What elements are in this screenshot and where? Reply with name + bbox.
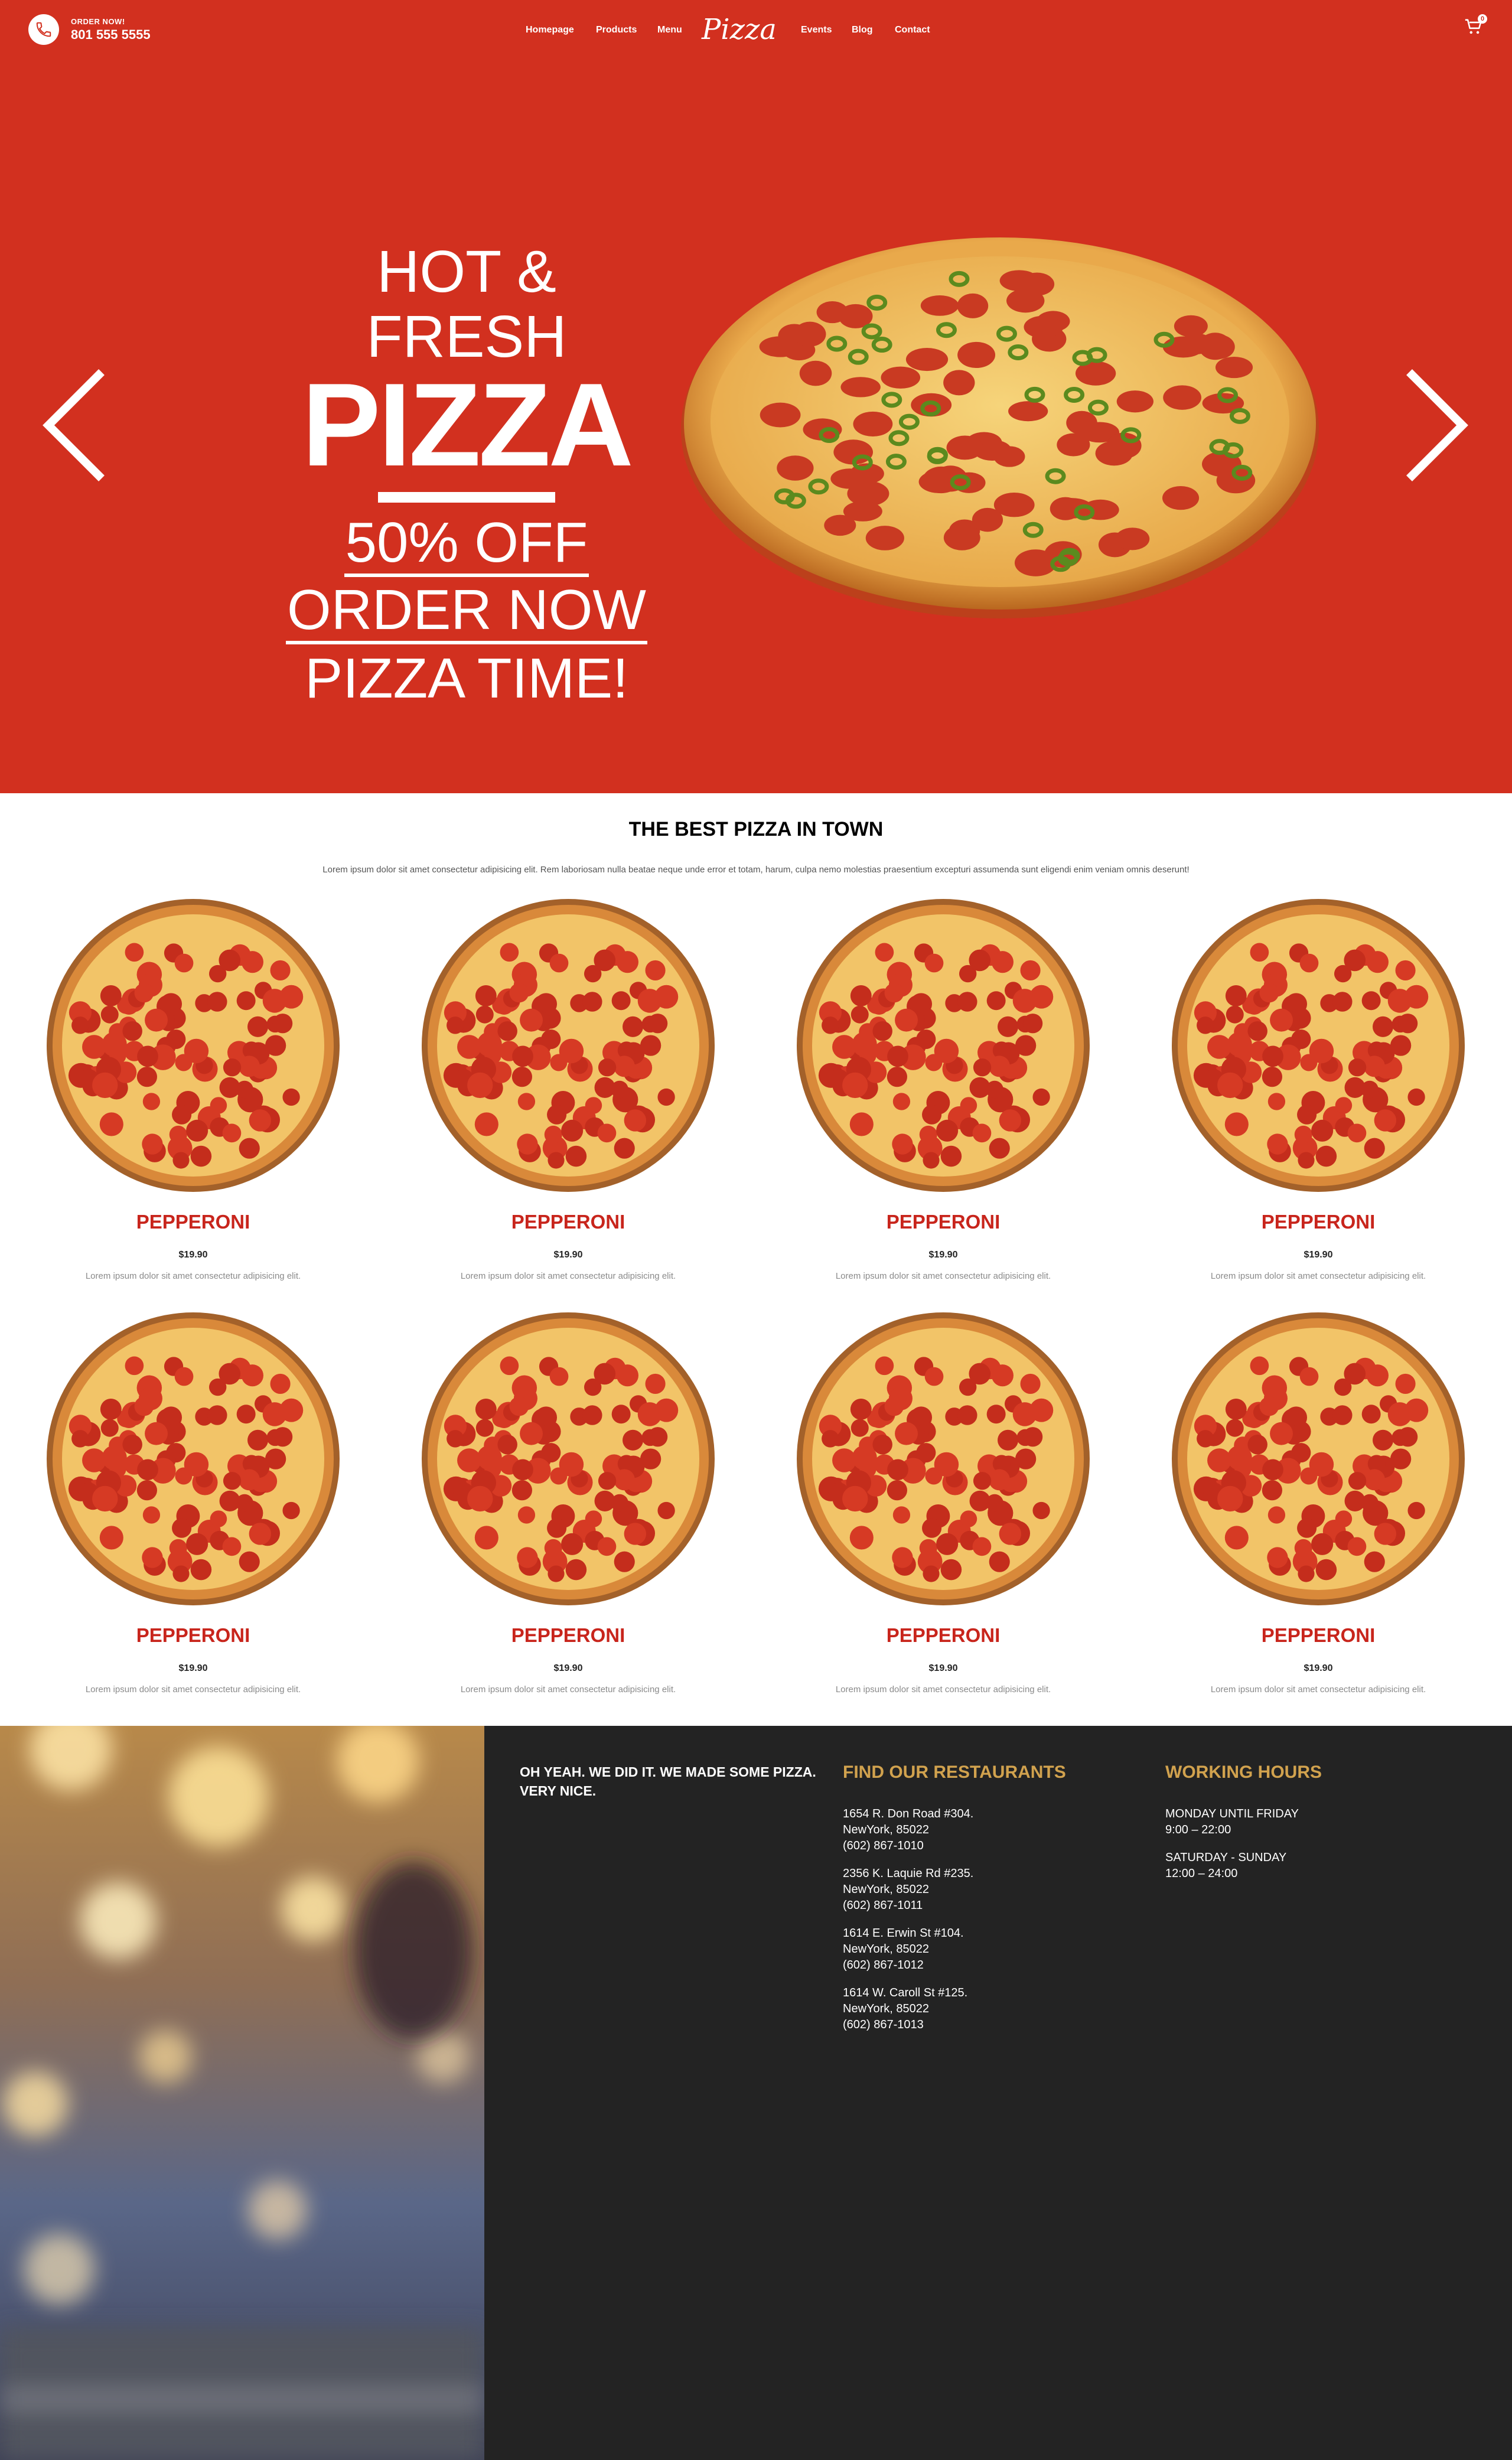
product-description: Lorem ipsum dolor sit amet consectetur a… xyxy=(85,1684,301,1695)
main-nav: Homepage Products Menu Pizza Events Blog… xyxy=(0,13,1512,48)
product-price: $19.90 xyxy=(178,1663,208,1673)
restaurant-phone[interactable]: (602) 867-1012 xyxy=(843,1957,1066,1973)
pepperoni-pizza-image xyxy=(422,899,715,1192)
product-price: $19.90 xyxy=(553,1250,583,1260)
product-name[interactable]: PEPPERONI xyxy=(28,1211,359,1233)
hero-line-pizza-time: PIZZA TIME! xyxy=(305,647,628,710)
footer-tagline-line1: OH YEAH. WE DID IT. WE MADE SOME PIZZA. xyxy=(520,1764,816,1780)
pepperoni-pizza-image xyxy=(797,1312,1090,1605)
pepperoni-pizza-image xyxy=(47,899,340,1192)
product-description: Lorem ipsum dolor sit amet consectetur a… xyxy=(835,1271,1051,1281)
nav-item-events[interactable]: Events xyxy=(801,25,832,35)
hero-pizza-image xyxy=(681,237,1319,618)
pepperoni-pizza-image xyxy=(47,1312,340,1605)
pepperoni-pizza-image xyxy=(1172,899,1465,1192)
working-hours-entry: MONDAY UNTIL FRIDAY 9:00 – 22:00 xyxy=(1165,1806,1322,1838)
product-name[interactable]: PEPPERONI xyxy=(28,1624,359,1647)
restaurant-phone[interactable]: (602) 867-1010 xyxy=(843,1838,1066,1854)
site-logo[interactable]: Pizza xyxy=(702,13,777,46)
footer-tagline-line2: VERY NICE. xyxy=(520,1783,597,1798)
product-description: Lorem ipsum dolor sit amet consectetur a… xyxy=(1210,1271,1426,1281)
slider-prev-arrow[interactable] xyxy=(43,369,107,481)
nav-item-products[interactable]: Products xyxy=(596,25,637,35)
product-description: Lorem ipsum dolor sit amet consectetur a… xyxy=(1210,1684,1426,1695)
chevron-left-icon xyxy=(43,369,105,481)
product-card[interactable]: PEPPERONI $19.90 Lorem ipsum dolor sit ame… xyxy=(778,1311,1109,1695)
restaurant-city: NewYork, 85022 xyxy=(843,1943,930,1956)
product-price: $19.90 xyxy=(178,1250,208,1260)
product-card[interactable]: PEPPERONI $19.90 Lorem ipsum dolor sit ame… xyxy=(1153,898,1484,1281)
hero-line-pizza: PIZZA xyxy=(302,359,634,491)
working-days: SATURDAY - SUNDAY xyxy=(1165,1851,1287,1864)
restaurant-ambience-photo xyxy=(0,1726,484,2460)
pepperoni-pizza-image xyxy=(797,899,1090,1192)
working-hours-column: WORKING HOURS MONDAY UNTIL FRIDAY 9:00 – … xyxy=(1165,1762,1322,1882)
hero-divider xyxy=(378,492,555,503)
product-card[interactable]: PEPPERONI $19.90 Lorem ipsum dolor sit ame… xyxy=(28,898,359,1281)
restaurant-phone[interactable]: (602) 867-1011 xyxy=(843,1898,1066,1914)
product-description: Lorem ipsum dolor sit amet consectetur a… xyxy=(460,1271,676,1281)
product-card[interactable]: PEPPERONI $19.90 Lorem ipsum dolor sit ame… xyxy=(1153,1311,1484,1695)
product-name[interactable]: PEPPERONI xyxy=(403,1624,734,1647)
menu-section-title: THE BEST PIZZA IN TOWN xyxy=(628,818,884,840)
hero-banner-text: HOT & FRESH PIZZA 50% OFF ORDER NOW PIZZ… xyxy=(272,239,662,713)
restaurant-address: 2356 K. Laquie Rd #235. NewYork, 85022 (60… xyxy=(843,1866,1066,1914)
hero-section: ORDER NOW! 801 555 5555 Homepage Product… xyxy=(0,0,1512,793)
product-price: $19.90 xyxy=(1304,1250,1333,1260)
product-name[interactable]: PEPPERONI xyxy=(778,1211,1109,1233)
product-price: $19.90 xyxy=(928,1663,958,1673)
product-description: Lorem ipsum dolor sit amet consectetur a… xyxy=(835,1684,1051,1695)
chevron-right-icon xyxy=(1406,369,1468,481)
working-days: MONDAY UNTIL FRIDAY xyxy=(1165,1807,1299,1820)
restaurant-city: NewYork, 85022 xyxy=(843,2002,930,2015)
nav-item-blog[interactable]: Blog xyxy=(852,25,873,35)
menu-section-subtitle: Lorem ipsum dolor sit amet consectetur a… xyxy=(322,865,1190,875)
restaurant-street: 2356 K. Laquie Rd #235. xyxy=(843,1867,974,1880)
restaurants-column: FIND OUR RESTAURANTS 1654 R. Don Road #3… xyxy=(843,1762,1066,2033)
hero-line-order-now[interactable]: ORDER NOW xyxy=(286,579,647,644)
restaurant-address: 1614 E. Erwin St #104. NewYork, 85022 (602… xyxy=(843,1925,1066,1973)
footer-tagline: OH YEAH. WE DID IT. WE MADE SOME PIZZA. … xyxy=(520,1762,839,1800)
footer: OH YEAH. WE DID IT. WE MADE SOME PIZZA. … xyxy=(484,1726,1512,2460)
restaurant-city: NewYork, 85022 xyxy=(843,1883,930,1896)
restaurant-phone[interactable]: (602) 867-1013 xyxy=(843,2017,1066,2033)
product-name[interactable]: PEPPERONI xyxy=(1153,1624,1484,1647)
nav-item-contact[interactable]: Contact xyxy=(895,25,930,35)
hero-line-hot-fresh: HOT & FRESH xyxy=(366,239,567,370)
nav-item-menu[interactable]: Menu xyxy=(657,25,682,35)
nav-item-homepage[interactable]: Homepage xyxy=(526,25,574,35)
product-name[interactable]: PEPPERONI xyxy=(778,1624,1109,1647)
product-description: Lorem ipsum dolor sit amet consectetur a… xyxy=(460,1684,676,1695)
restaurant-street: 1614 W. Caroll St #125. xyxy=(843,1986,968,1999)
working-time: 12:00 – 24:00 xyxy=(1165,1867,1238,1880)
pepperoni-pizza-image xyxy=(422,1312,715,1605)
restaurant-street: 1654 R. Don Road #304. xyxy=(843,1807,974,1820)
working-hours-heading: WORKING HOURS xyxy=(1165,1762,1322,1782)
restaurant-address: 1654 R. Don Road #304. NewYork, 85022 (602… xyxy=(843,1806,1066,1854)
product-card[interactable]: PEPPERONI $19.90 Lorem ipsum dolor sit ame… xyxy=(28,1311,359,1695)
product-price: $19.90 xyxy=(928,1250,958,1260)
working-time: 9:00 – 22:00 xyxy=(1165,1823,1231,1836)
restaurants-heading: FIND OUR RESTAURANTS xyxy=(843,1762,1066,1782)
product-name[interactable]: PEPPERONI xyxy=(403,1211,734,1233)
product-description: Lorem ipsum dolor sit amet consectetur a… xyxy=(85,1271,301,1281)
product-price: $19.90 xyxy=(553,1663,583,1673)
working-hours-entry: SATURDAY - SUNDAY 12:00 – 24:00 xyxy=(1165,1850,1322,1882)
hero-line-discount: 50% OFF xyxy=(344,512,589,577)
restaurant-street: 1614 E. Erwin St #104. xyxy=(843,1927,964,1940)
pepperoni-pizza-image xyxy=(1172,1312,1465,1605)
cart-button[interactable]: 0 xyxy=(1464,14,1487,40)
restaurant-address: 1614 W. Caroll St #125. NewYork, 85022 (60… xyxy=(843,1985,1066,2033)
slider-next-arrow[interactable] xyxy=(1403,369,1468,481)
restaurant-city: NewYork, 85022 xyxy=(843,1823,930,1836)
cart-count-badge: 0 xyxy=(1478,14,1487,24)
product-card[interactable]: PEPPERONI $19.90 Lorem ipsum dolor sit ame… xyxy=(403,898,734,1281)
product-card[interactable]: PEPPERONI $19.90 Lorem ipsum dolor sit ame… xyxy=(778,898,1109,1281)
product-name[interactable]: PEPPERONI xyxy=(1153,1211,1484,1233)
product-price: $19.90 xyxy=(1304,1663,1333,1673)
product-card[interactable]: PEPPERONI $19.90 Lorem ipsum dolor sit ame… xyxy=(403,1311,734,1695)
